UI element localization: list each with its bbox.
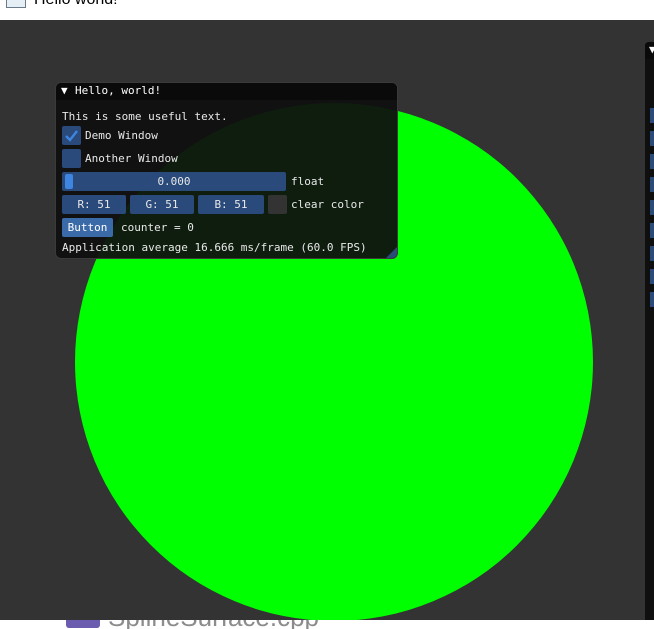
clear-color-r-field[interactable]: R: 51 (62, 195, 126, 214)
second-window-titlebar[interactable]: ▼ (645, 42, 654, 59)
window-title: Hello, world! (75, 84, 162, 97)
clear-color-label: clear color (291, 198, 364, 211)
second-window-widget[interactable] (650, 223, 654, 238)
os-titlebar[interactable]: Hello world! (0, 0, 654, 20)
collapse-arrow-icon[interactable]: ▼ (61, 85, 68, 97)
hello-world-window[interactable]: ▼ Hello, world! This is some useful text… (55, 82, 398, 259)
float-slider[interactable]: 0.000 (62, 172, 286, 191)
second-window-widget[interactable] (650, 108, 654, 123)
resize-grip[interactable] (386, 247, 397, 258)
second-window-widget[interactable] (650, 200, 654, 215)
another-window-checkbox[interactable] (62, 149, 81, 168)
second-imgui-window[interactable]: ▼ (645, 42, 654, 629)
second-window-widget[interactable] (650, 131, 654, 146)
window-titlebar[interactable]: ▼ Hello, world! (56, 83, 397, 100)
os-window-title: Hello world! (34, 0, 118, 9)
clear-color-g-field[interactable]: G: 51 (130, 195, 194, 214)
app-icon (66, 620, 100, 628)
clear-color-b-field[interactable]: B: 51 (198, 195, 264, 214)
float-label: float (291, 175, 325, 188)
background-app-strip: SplineSurface.cpp (0, 620, 654, 629)
counter-button[interactable]: Button (62, 218, 113, 237)
useful-text: This is some useful text. (62, 110, 228, 123)
gl-viewport[interactable]: ▼ ▼ Hello, world! This is some useful te… (0, 20, 654, 629)
clear-color-swatch[interactable] (268, 195, 287, 214)
app-icon (6, 0, 26, 8)
second-window-widget[interactable] (650, 154, 654, 169)
demo-window-label[interactable]: Demo Window (85, 129, 158, 142)
collapse-arrow-icon[interactable]: ▼ (649, 44, 654, 56)
slider-value: 0.000 (157, 175, 191, 188)
checkmark-icon (65, 130, 78, 142)
second-window-widget[interactable] (650, 269, 654, 284)
second-window-widget[interactable] (650, 292, 654, 307)
second-window-widget[interactable] (650, 177, 654, 192)
fps-text: Application average 16.666 ms/frame (60.… (62, 241, 367, 254)
background-app-text: SplineSurface.cpp (108, 620, 319, 629)
another-window-label[interactable]: Another Window (85, 152, 178, 165)
counter-text: counter = 0 (121, 221, 194, 234)
second-window-widget[interactable] (650, 246, 654, 261)
demo-window-checkbox[interactable] (62, 126, 81, 145)
